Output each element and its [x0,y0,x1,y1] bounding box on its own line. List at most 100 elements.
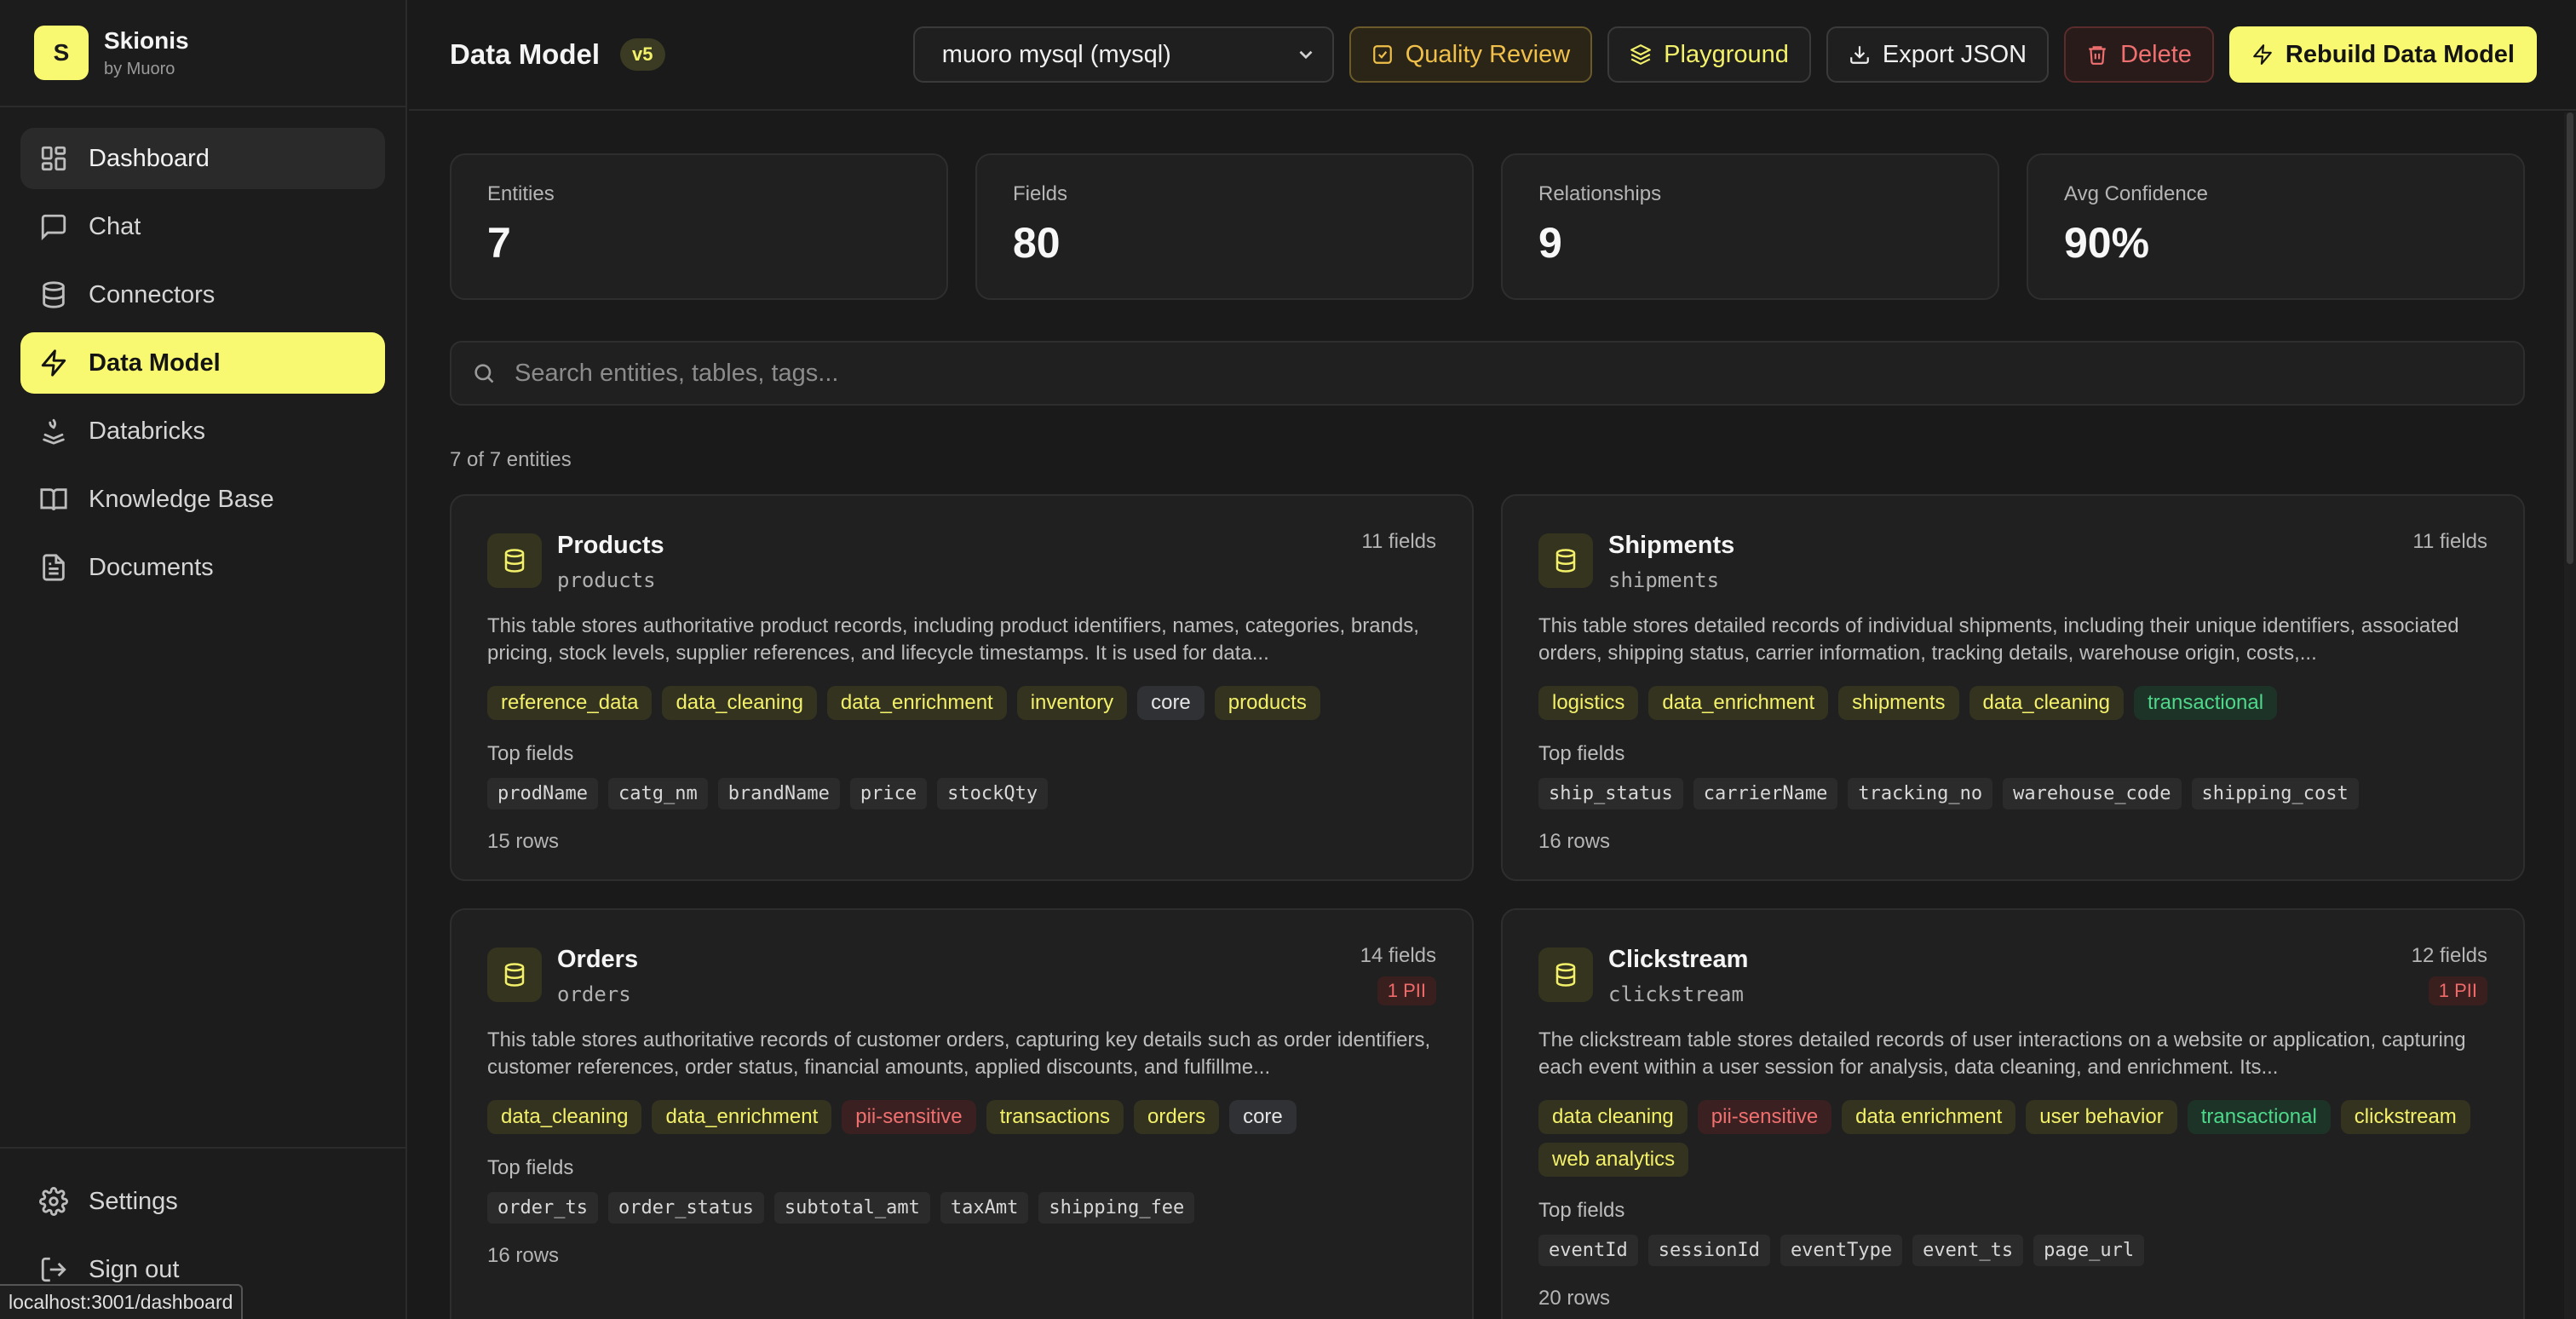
field-chip: eventType [1780,1235,1903,1266]
entity-card-shipments[interactable]: Shipments shipments 11 fields This table… [1501,494,2525,881]
field-chip: shipping_cost [2191,778,2359,809]
entity-card-orders[interactable]: Orders orders 14 fields 1 PII This table… [450,908,1474,1319]
quality-review-button[interactable]: Quality Review [1348,26,1593,83]
tag-chip[interactable]: data_enrichment [826,686,1007,720]
tag-chip[interactable]: inventory [1016,686,1128,720]
tag-chip[interactable]: data_cleaning [487,1100,642,1134]
tag-chip[interactable]: data enrichment [1842,1100,2016,1134]
document-icon [39,553,68,582]
tag-chip[interactable]: transactional [2187,1100,2331,1134]
entity-table-name: products [557,568,656,592]
field-chip: brandName [717,778,840,809]
brand-logo: S [34,26,89,80]
field-chip: stockQty [937,778,1049,809]
tag-list: data_cleaning data_enrichment pii-sensitiv… [487,1100,1436,1134]
stat-label: Relationships [1538,182,1662,205]
tag-chip[interactable]: core [1137,686,1205,720]
entity-row-count: 16 rows [487,1244,560,1267]
sidebar-item-knowledge-base[interactable]: Knowledge Base [20,469,385,530]
stat-label: Fields [1013,182,1068,205]
top-fields-list: order_ts order_status subtotal_amt taxAmt sh… [487,1192,1436,1224]
entity-description: This table stores authoritative records … [487,1028,1431,1079]
tag-chip[interactable]: pii-sensitive [842,1100,976,1134]
entity-card-products[interactable]: Products products 11 fields This table s… [450,494,1474,881]
scrollbar-thumb[interactable] [2567,112,2573,564]
field-chip: taxAmt [940,1192,1029,1224]
field-chip: event_ts [1912,1235,2024,1266]
tag-chip[interactable]: logistics [1538,686,1639,720]
tag-chip[interactable]: products [1214,686,1320,720]
stat-card-entities: Entities 7 [450,153,948,300]
sidebar-item-documents[interactable]: Documents [20,537,385,598]
entity-field-count: 11 fields [1361,530,1436,553]
tag-list: reference_data data_cleaning data_enrichme… [487,686,1436,720]
brand-name: Skionis [104,26,189,54]
stats-row: Entities 7 Fields 80 Relationships 9 Avg… [450,153,2525,300]
page-title: Data Model [450,38,601,70]
entity-row-count: 16 rows [1538,830,1611,853]
search-input[interactable] [515,359,2523,388]
tag-chip[interactable]: shipments [1838,686,1959,720]
tag-chip[interactable]: web analytics [1538,1143,1689,1177]
brand[interactable]: S Skionis by Muoro [0,0,405,107]
sidebar-item-connectors[interactable]: Connectors [20,264,385,325]
export-json-button[interactable]: Export JSON [1826,26,2050,83]
tag-chip[interactable]: pii-sensitive [1697,1100,1832,1134]
field-chip: prodName [487,778,598,809]
delete-button[interactable]: Delete [2064,26,2214,83]
field-chip: subtotal_amt [773,1192,930,1224]
entity-description: This table stores detailed records of in… [1538,614,2459,665]
bolt-icon [2251,43,2274,66]
playground-label: Playground [1664,40,1789,68]
check-square-icon [1371,43,1394,66]
tag-chip[interactable]: orders [1134,1100,1220,1134]
search-bar[interactable] [450,341,2525,406]
sidebar-item-dashboard[interactable]: Dashboard [20,128,385,189]
tag-chip[interactable]: core [1229,1100,1297,1134]
quality-review-label: Quality Review [1405,40,1571,68]
sidebar-item-data-model[interactable]: Data Model [20,332,385,394]
tag-chip[interactable]: data cleaning [1538,1100,1688,1134]
download-icon [1849,43,1871,66]
top-fields-list: prodName catg_nm brandName price stockQty [487,778,1436,809]
sidebar-item-settings[interactable]: Settings [20,1171,385,1232]
rebuild-data-model-button[interactable]: Rebuild Data Model [2228,26,2537,83]
rebuild-data-model-label: Rebuild Data Model [2285,40,2515,68]
entity-table-name: shipments [1608,568,1720,592]
tag-chip[interactable]: data_cleaning [1969,686,2124,720]
main-scrollbar[interactable] [2564,112,2576,1319]
bolt-icon [39,348,68,377]
tag-chip[interactable]: transactional [2134,686,2278,720]
connection-select[interactable]: muoro mysql (mysql) [912,26,1334,83]
sidebar-item-databricks[interactable]: Databricks [20,400,385,462]
tag-chip[interactable]: reference_data [487,686,653,720]
sidebar-item-label: Data Model [89,348,221,377]
connection-select-value: muoro mysql (mysql) [941,40,1171,68]
pii-badge: 1 PII [1377,976,1436,1005]
tag-chip[interactable]: user behavior [2026,1100,2177,1134]
database-icon [487,947,542,1002]
tag-chip[interactable]: data_enrichment [652,1100,832,1134]
sidebar-item-chat[interactable]: Chat [20,196,385,257]
stat-value: 7 [487,219,511,267]
playground-button[interactable]: Playground [1607,26,1811,83]
search-icon [472,361,496,385]
entity-title: Clickstream [1608,946,1749,973]
tag-chip[interactable]: transactions [986,1100,1124,1134]
field-chip: page_url [2033,1235,2145,1266]
field-chip: sessionId [1647,1235,1770,1266]
sidebar-item-label: Chat [89,212,141,240]
tag-chip[interactable]: data_enrichment [1648,686,1829,720]
status-url-tooltip: localhost:3001/dashboard [0,1284,244,1319]
delete-label: Delete [2120,40,2192,68]
database-icon [39,280,68,309]
field-chip: shipping_fee [1038,1192,1195,1224]
tag-chip[interactable]: data_cleaning [662,686,817,720]
top-fields-label: Top fields [487,742,574,765]
entity-description: This table stores authoritative product … [487,614,1419,665]
entity-card-clickstream[interactable]: Clickstream clickstream 12 fields 1 PII … [1501,908,2525,1319]
entity-field-count: 12 fields [2411,944,2487,967]
tag-chip[interactable]: clickstream [2340,1100,2470,1134]
entity-table-name: clickstream [1608,982,1744,1006]
stat-label: Avg Confidence [2064,182,2209,205]
